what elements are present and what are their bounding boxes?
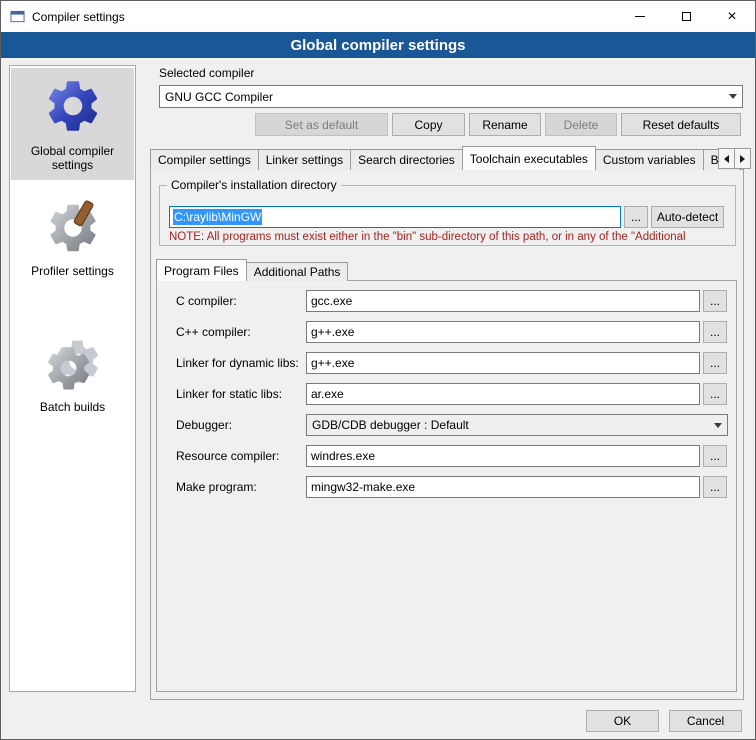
program-files-tab-bar: Program Files Additional Paths xyxy=(156,259,347,281)
tab-custom-variables[interactable]: Custom variables xyxy=(595,149,704,170)
cpp-compiler-browse-button[interactable]: ... xyxy=(703,321,727,343)
minimize-icon xyxy=(635,16,645,17)
settings-tab-bar: Compiler settings Linker settings Search… xyxy=(150,146,739,170)
rename-button[interactable]: Rename xyxy=(469,113,541,136)
c-compiler-input[interactable] xyxy=(306,290,700,312)
batch-builds-gears-icon xyxy=(40,335,106,393)
tab-additional-paths[interactable]: Additional Paths xyxy=(246,262,349,281)
make-program-label: Make program: xyxy=(176,480,306,494)
installation-directory-group-label: Compiler's installation directory xyxy=(167,178,341,192)
ok-button[interactable]: OK xyxy=(586,710,659,732)
tab-scroll-right-button[interactable] xyxy=(734,148,751,169)
static-linker-browse-button[interactable]: ... xyxy=(703,383,727,405)
selected-compiler-value: GNU GCC Compiler xyxy=(160,90,724,104)
sidebar-item-label: Global compiler settings xyxy=(13,144,132,172)
make-program-row: Make program: ... xyxy=(176,476,727,498)
close-icon: × xyxy=(727,12,736,22)
sidebar-item-label: Profiler settings xyxy=(31,264,114,278)
tab-toolchain-executables[interactable]: Toolchain executables xyxy=(462,146,596,170)
static-linker-input[interactable] xyxy=(306,383,700,405)
minimize-button[interactable] xyxy=(617,1,663,32)
arrow-left-icon xyxy=(724,155,729,163)
window-title: Compiler settings xyxy=(32,10,125,24)
debugger-row: Debugger: GDB/CDB debugger : Default xyxy=(176,414,728,436)
c-compiler-row: C compiler: ... xyxy=(176,290,727,312)
resource-compiler-row: Resource compiler: ... xyxy=(176,445,727,467)
tab-scroll-buttons xyxy=(718,148,751,169)
tab-compiler-settings[interactable]: Compiler settings xyxy=(150,149,259,170)
installation-directory-value: C:\raylib\MinGW xyxy=(173,209,262,225)
make-program-input[interactable] xyxy=(306,476,700,498)
set-as-default-button[interactable]: Set as default xyxy=(255,113,388,136)
make-program-browse-button[interactable]: ... xyxy=(703,476,727,498)
programs-note: NOTE: All programs must exist either in … xyxy=(169,231,739,243)
copy-button[interactable]: Copy xyxy=(392,113,465,136)
profiler-gear-icon xyxy=(44,199,102,257)
tab-search-directories[interactable]: Search directories xyxy=(350,149,463,170)
cpp-compiler-input[interactable] xyxy=(306,321,700,343)
debugger-dropdown[interactable]: GDB/CDB debugger : Default xyxy=(306,414,728,436)
dynamic-linker-browse-button[interactable]: ... xyxy=(703,352,727,374)
dynamic-linker-input[interactable] xyxy=(306,352,700,374)
installation-directory-browse-button[interactable]: ... xyxy=(624,206,648,228)
blue-gear-icon xyxy=(42,75,104,137)
resource-compiler-input[interactable] xyxy=(306,445,700,467)
window-icon xyxy=(10,9,25,24)
close-button[interactable]: × xyxy=(709,1,755,32)
debugger-label: Debugger: xyxy=(176,418,306,432)
sidebar-item-batch-builds[interactable]: Batch builds xyxy=(11,328,134,422)
cpp-compiler-row: C++ compiler: ... xyxy=(176,321,727,343)
resource-compiler-label: Resource compiler: xyxy=(176,449,306,463)
tab-linker-settings[interactable]: Linker settings xyxy=(258,149,351,170)
tab-program-files[interactable]: Program Files xyxy=(156,259,247,281)
arrow-right-icon xyxy=(740,155,745,163)
installation-directory-input[interactable]: C:\raylib\MinGW xyxy=(169,206,621,228)
cpp-compiler-label: C++ compiler: xyxy=(176,325,306,339)
dynamic-linker-row: Linker for dynamic libs: ... xyxy=(176,352,727,374)
debugger-value: GDB/CDB debugger : Default xyxy=(307,418,709,432)
resource-compiler-browse-button[interactable]: ... xyxy=(703,445,727,467)
c-compiler-browse-button[interactable]: ... xyxy=(703,290,727,312)
compiler-settings-window: Compiler settings × Global compiler sett… xyxy=(0,0,756,740)
dialog-header: Global compiler settings xyxy=(1,32,755,58)
titlebar: Compiler settings × xyxy=(1,1,755,32)
auto-detect-button[interactable]: Auto-detect xyxy=(651,206,724,228)
window-controls: × xyxy=(617,1,755,32)
c-compiler-label: C compiler: xyxy=(176,294,306,308)
reset-defaults-button[interactable]: Reset defaults xyxy=(621,113,741,136)
compiler-actions: Set as default Copy Rename Delete Reset … xyxy=(146,113,741,136)
sidebar: Global compiler settings Profiler settin… xyxy=(9,65,136,692)
cancel-button[interactable]: Cancel xyxy=(669,710,742,732)
sidebar-item-global-compiler-settings[interactable]: Global compiler settings xyxy=(11,68,134,180)
selected-compiler-label: Selected compiler xyxy=(159,66,254,80)
chevron-down-icon xyxy=(724,86,742,107)
sidebar-item-profiler-settings[interactable]: Profiler settings xyxy=(11,192,134,286)
selected-compiler-dropdown[interactable]: GNU GCC Compiler xyxy=(159,85,743,108)
tab-scroll-left-button[interactable] xyxy=(718,148,735,169)
static-linker-label: Linker for static libs: xyxy=(176,387,306,401)
dynamic-linker-label: Linker for dynamic libs: xyxy=(176,356,306,370)
maximize-icon xyxy=(682,12,691,21)
delete-button[interactable]: Delete xyxy=(545,113,617,136)
static-linker-row: Linker for static libs: ... xyxy=(176,383,727,405)
maximize-button[interactable] xyxy=(663,1,709,32)
sidebar-item-label: Batch builds xyxy=(40,400,105,414)
chevron-down-icon xyxy=(709,415,727,435)
